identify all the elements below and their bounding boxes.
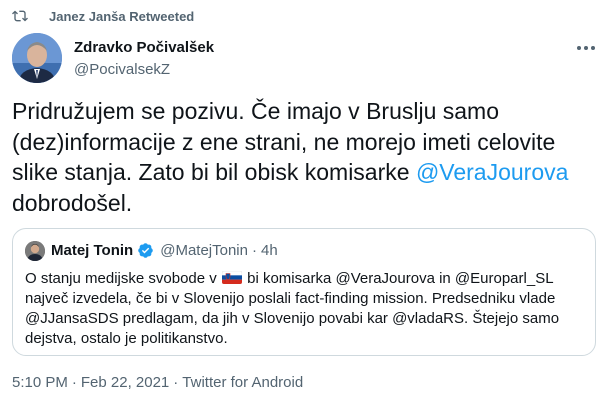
quote-text-a: O stanju medijske svobode v	[25, 270, 221, 287]
tweet-time[interactable]: 5:10 PM	[12, 374, 68, 391]
tweet-date[interactable]: Feb 22, 2021	[81, 374, 169, 391]
retweet-icon	[12, 10, 28, 22]
quote-header: Matej Tonin @MatejTonin · 4h	[51, 242, 278, 259]
quote-separator: ·	[252, 242, 257, 259]
author-avatar[interactable]	[12, 33, 62, 83]
author-name[interactable]: Zdravko Počivalšek	[74, 39, 214, 56]
mention-link[interactable]: @VeraJourova	[416, 159, 569, 185]
tweet-text-part2: dobrodošel.	[12, 189, 133, 216]
more-icon	[577, 46, 595, 50]
retweet-label: Janez Janša Retweeted	[49, 8, 195, 24]
quote-author-handle: @MatejTonin	[160, 242, 248, 259]
user-avatar	[25, 241, 45, 261]
quoted-tweet[interactable]: Matej Tonin @MatejTonin · 4h O stanju me…	[12, 228, 596, 356]
user-avatar	[12, 33, 62, 83]
author-handle[interactable]: @PocivalsekZ	[74, 61, 170, 78]
quote-timestamp: 4h	[261, 242, 278, 259]
quote-text: O stanju medijske svobode v bi komisarka…	[25, 269, 590, 349]
quote-avatar	[25, 241, 45, 261]
tweet-text: Pridružujem se pozivu. Če imajo v Bruslj…	[12, 96, 602, 218]
slovenia-flag-icon	[221, 271, 242, 284]
verified-badge-icon	[138, 243, 153, 258]
tweet-meta: 5:10 PM · Feb 22, 2021 · Twitter for Android	[12, 374, 303, 391]
meta-separator: ·	[173, 374, 179, 391]
quote-author-name: Matej Tonin	[51, 242, 134, 259]
tweet-source[interactable]: Twitter for Android	[182, 374, 303, 391]
retweet-indicator[interactable]: Janez Janša Retweeted	[12, 8, 194, 24]
more-options-button[interactable]	[574, 40, 598, 56]
meta-separator: ·	[71, 374, 77, 391]
